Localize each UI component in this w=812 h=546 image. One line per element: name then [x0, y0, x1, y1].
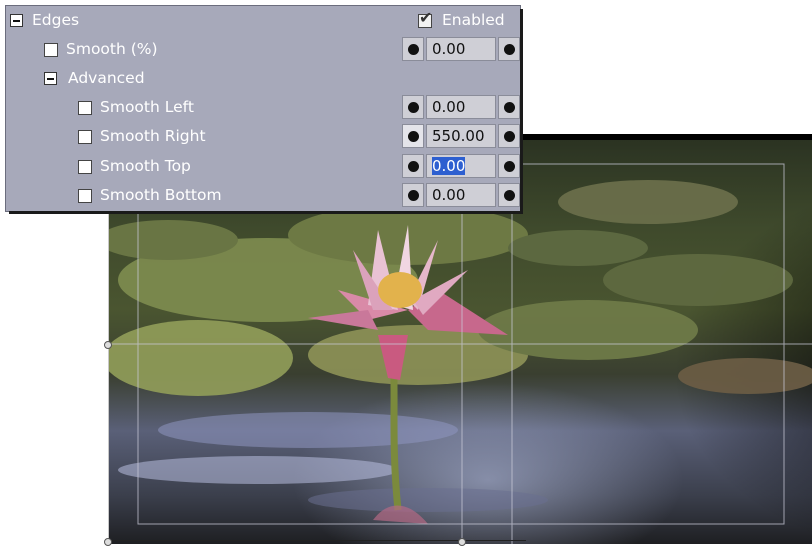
- left-edge-handle[interactable]: [104, 341, 112, 349]
- smooth-left-checkbox[interactable]: [78, 101, 92, 115]
- checkmark-icon: ✔: [419, 8, 433, 27]
- smooth-right-checkbox[interactable]: [78, 130, 92, 144]
- keyframe-next-button[interactable]: [498, 95, 520, 119]
- smooth-top-input[interactable]: 0.00: [426, 154, 496, 178]
- smooth-left-input[interactable]: 0.00: [426, 95, 496, 119]
- bottom-center-handle[interactable]: [458, 538, 466, 546]
- smooth-top-row: Smooth Top 0.00: [6, 152, 520, 181]
- keyframe-dot-icon: [408, 44, 419, 55]
- smooth-bottom-input[interactable]: 0.00: [426, 183, 496, 207]
- keyframe-prev-button[interactable]: [402, 37, 424, 61]
- smooth-right-label: Smooth Right: [100, 127, 206, 145]
- keyframe-next-button[interactable]: [498, 183, 520, 207]
- edges-properties-panel: Edges ✔ Enabled Smooth (%) 0.00 Advanced…: [6, 6, 520, 211]
- enabled-label: Enabled: [442, 11, 505, 29]
- keyframe-prev-button[interactable]: [402, 95, 424, 119]
- keyframe-dot-icon: [408, 161, 419, 172]
- smooth-left-label: Smooth Left: [100, 98, 194, 116]
- smooth-bottom-label: Smooth Bottom: [100, 186, 222, 204]
- smooth-right-input[interactable]: 550.00: [426, 124, 496, 148]
- edges-group-row: Edges ✔ Enabled: [6, 6, 520, 35]
- keyframe-dot-icon: [504, 44, 515, 55]
- smooth-input[interactable]: 0.00: [426, 37, 496, 61]
- keyframe-prev-button[interactable]: [402, 183, 424, 207]
- keyframe-next-button[interactable]: [498, 154, 520, 178]
- selected-value-text: 0.00: [432, 157, 466, 175]
- smooth-label: Smooth (%): [66, 40, 158, 58]
- smooth-right-control: 550.00: [402, 124, 520, 148]
- keyframe-prev-button[interactable]: [402, 124, 424, 148]
- smooth-value-control: 0.00: [402, 37, 520, 61]
- collapse-icon[interactable]: [44, 72, 57, 85]
- keyframe-prev-button[interactable]: [402, 154, 424, 178]
- smooth-bottom-row: Smooth Bottom 0.00: [6, 181, 520, 210]
- advanced-label: Advanced: [68, 69, 145, 87]
- smooth-top-checkbox[interactable]: [78, 160, 92, 174]
- smooth-left-row: Smooth Left 0.00: [6, 93, 520, 122]
- keyframe-dot-icon: [408, 131, 419, 142]
- keyframe-dot-icon: [408, 102, 419, 113]
- enabled-checkbox[interactable]: ✔: [418, 10, 432, 28]
- keyframe-dot-icon: [408, 190, 419, 201]
- smooth-left-control: 0.00: [402, 95, 520, 119]
- smooth-checkbox[interactable]: [44, 43, 58, 57]
- keyframe-dot-icon: [504, 102, 515, 113]
- collapse-icon[interactable]: [10, 14, 23, 27]
- smooth-top-control: 0.00: [402, 154, 520, 178]
- keyframe-next-button[interactable]: [498, 37, 520, 61]
- keyframe-next-button[interactable]: [498, 124, 520, 148]
- keyframe-dot-icon: [504, 190, 515, 201]
- smooth-row: Smooth (%) 0.00: [6, 35, 520, 64]
- smooth-right-row: Smooth Right 550.00: [6, 122, 520, 151]
- edges-group-label: Edges: [32, 11, 80, 29]
- smooth-bottom-checkbox[interactable]: [78, 189, 92, 203]
- smooth-top-label: Smooth Top: [100, 157, 191, 175]
- smooth-bottom-control: 0.00: [402, 183, 520, 207]
- keyframe-dot-icon: [504, 131, 515, 142]
- keyframe-dot-icon: [504, 161, 515, 172]
- bottom-left-handle[interactable]: [104, 538, 112, 546]
- advanced-row: Advanced: [6, 64, 520, 93]
